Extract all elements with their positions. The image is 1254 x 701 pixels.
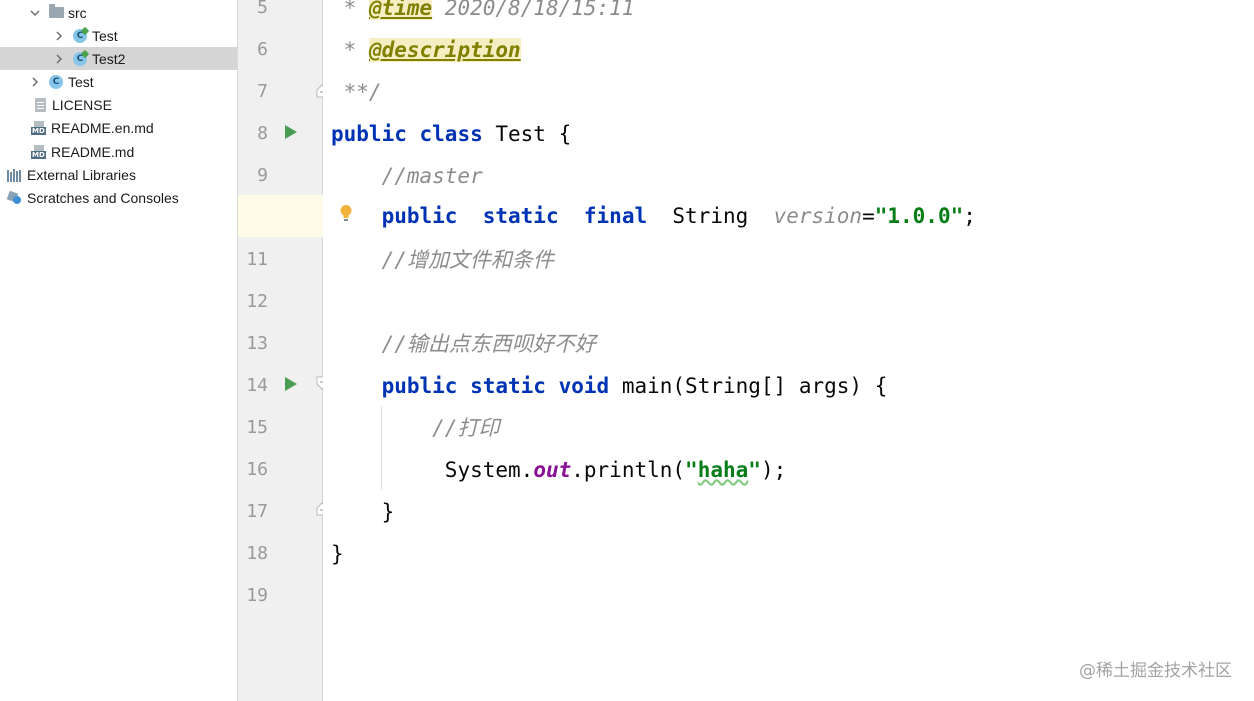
tree-item-label: LICENSE [52, 96, 112, 113]
tree-item-readme[interactable]: MD README.md [0, 140, 237, 163]
code-line-8: public class Test { [331, 122, 572, 146]
tree-item-test-class[interactable]: C Test [0, 24, 237, 47]
line-number: 14 [246, 375, 268, 396]
tree-item-external-libraries[interactable]: External Libraries [0, 163, 237, 186]
line-number: 18 [246, 543, 268, 564]
code-line-9: //master [381, 164, 483, 188]
code-line-13: //输出点东西呗好不好 [381, 332, 596, 356]
line-number: 17 [246, 501, 268, 522]
line-number: 5 [257, 0, 268, 18]
code-editor[interactable]: * @time 2020/8/18/15:11 * @description *… [323, 0, 1254, 701]
java-class-icon: C [48, 74, 64, 90]
line-number: 6 [257, 39, 268, 60]
javadoc-tag: @description [368, 38, 521, 62]
markdown-file-icon: MD [31, 120, 47, 136]
tree-item-label: README.en.md [51, 119, 154, 136]
chevron-right-icon[interactable] [52, 29, 66, 43]
java-class-icon: C [72, 51, 88, 67]
editor-gutter[interactable]: 5 6 7 8 9 10 11 12 13 14 15 16 17 18 19 [238, 0, 328, 701]
code-line-15: //打印 [432, 416, 500, 440]
line-number: 7 [257, 81, 268, 102]
tree-item-test2-class[interactable]: C Test2 [0, 47, 237, 70]
line-number: 15 [246, 417, 268, 438]
tree-item-label: src [68, 4, 87, 21]
code-line-17: } [381, 500, 395, 524]
markdown-file-icon: MD [31, 144, 47, 160]
tree-item-readme-en[interactable]: MD README.en.md [0, 116, 237, 139]
code-line-14: public static void main(String[] args) { [381, 374, 888, 398]
tree-item-src-folder[interactable]: src [0, 1, 237, 24]
code-line-16: System.out.println("haha"); [444, 458, 787, 482]
line-number: 16 [246, 459, 268, 480]
java-class-icon: C [72, 28, 88, 44]
tree-item-label: Test [92, 27, 118, 44]
text-file-icon [32, 97, 48, 113]
line-number: 13 [246, 333, 268, 354]
line-number: 12 [246, 291, 268, 312]
line-number: 19 [246, 585, 268, 606]
tree-item-label: Test [68, 73, 94, 90]
tree-item-scratches[interactable]: Scratches and Consoles [0, 186, 237, 209]
chevron-down-icon[interactable] [28, 6, 42, 20]
javadoc-tag: @time [368, 0, 433, 20]
scratches-icon [6, 190, 23, 206]
watermark: @稀土掘金技术社区 [1079, 661, 1232, 681]
tree-item-label: Test2 [92, 50, 126, 67]
typo-word: haha [697, 458, 749, 482]
tree-item-test-root-class[interactable]: C Test [0, 70, 237, 93]
line-number: 11 [246, 249, 268, 270]
library-icon [7, 167, 23, 183]
run-class-icon[interactable] [284, 124, 298, 140]
tree-item-label: Scratches and Consoles [27, 189, 179, 206]
tree-item-label: README.md [51, 143, 135, 160]
code-line-18: } [331, 542, 344, 566]
code-line-5: * @time 2020/8/18/15:11 [331, 0, 634, 29]
line-number: 8 [257, 123, 268, 144]
code-line-11: //增加文件和条件 [381, 248, 554, 272]
chevron-right-icon[interactable] [52, 52, 66, 66]
folder-icon [48, 4, 64, 21]
run-main-icon[interactable] [284, 376, 298, 392]
tree-item-label: External Libraries [27, 166, 136, 183]
line-number: 9 [257, 165, 268, 186]
project-tree: src C Test C Test2 C Test LICENSE MD REA… [0, 0, 238, 701]
code-line-10: public static final String version="1.0.… [381, 204, 976, 228]
chevron-right-icon[interactable] [28, 75, 42, 89]
tree-item-license[interactable]: LICENSE [0, 93, 237, 116]
code-line-6: * @description [331, 38, 521, 62]
code-line-7: **/ [331, 80, 382, 104]
